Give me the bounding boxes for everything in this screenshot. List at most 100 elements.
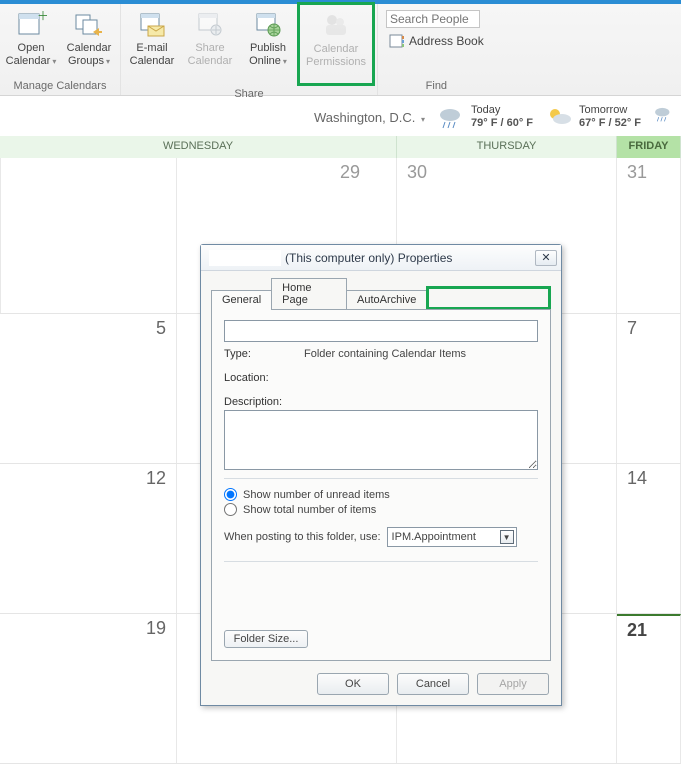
- dialog-tab-body: Type: Folder containing Calendar Items L…: [211, 309, 551, 661]
- calendar-date: 31: [627, 162, 647, 183]
- properties-dialog: (This computer only) Properties ✕ Genera…: [200, 244, 562, 706]
- close-button[interactable]: ✕: [535, 250, 557, 266]
- dialog-title-bar[interactable]: (This computer only) Properties ✕: [201, 245, 561, 271]
- type-value: Folder containing Calendar Items: [304, 348, 466, 360]
- ribbon-group-find: Address Book Find: [378, 4, 495, 95]
- calendar-groups-icon: [73, 8, 105, 40]
- weather-tomorrow: Tomorrow 67° F / 52° F: [545, 104, 641, 130]
- dialog-tab-strip: General Home Page AutoArchive: [201, 271, 561, 309]
- calendar-cell[interactable]: [0, 158, 177, 313]
- weather-today-temps: 79° F / 60° F: [471, 117, 533, 130]
- svg-text:＋: ＋: [37, 9, 47, 23]
- weather-today-label: Today: [471, 104, 533, 117]
- description-label: Description:: [224, 396, 294, 408]
- calendar-header-fri: FRIDAY: [617, 136, 681, 158]
- calendar-cell-today[interactable]: 21: [617, 614, 681, 763]
- ribbon-group-manage-calendars: ＋ Open Calendar▾ Calendar Groups▾ Manage…: [0, 4, 121, 95]
- rain-icon: [653, 105, 673, 129]
- calendar-cell[interactable]: 31: [617, 158, 681, 313]
- tab-home-page[interactable]: Home Page: [271, 278, 347, 310]
- calendar-date: 7: [627, 318, 637, 339]
- ribbon-group-share: E-mail Calendar Share Calendar Publish O…: [121, 4, 378, 95]
- calendar-date: 5: [156, 318, 166, 339]
- posting-form-combo[interactable]: IPM.Appointment ▼: [387, 527, 517, 547]
- calendar-header-thu: THURSDAY: [397, 136, 617, 158]
- radio-total-items[interactable]: Show total number of items: [224, 503, 538, 516]
- share-calendar-label: Share Calendar: [181, 42, 239, 67]
- calendar-permissions-button: Calendar Permissions: [297, 2, 375, 86]
- folder-name-input[interactable]: [224, 320, 538, 342]
- dropdown-arrow-icon: ▾: [421, 115, 425, 124]
- description-input[interactable]: [224, 410, 538, 470]
- separator: [224, 478, 538, 479]
- calendar-cell[interactable]: 7: [617, 314, 681, 463]
- calendar-header-wed: WEDNESDAY: [0, 136, 397, 158]
- calendar-cell[interactable]: 19: [0, 614, 177, 763]
- email-calendar-button[interactable]: E-mail Calendar: [123, 6, 181, 72]
- calendar-cell[interactable]: 14: [617, 464, 681, 613]
- address-book-button[interactable]: Address Book: [386, 32, 487, 50]
- partly-cloudy-icon: [545, 105, 573, 129]
- search-people-input[interactable]: [386, 10, 480, 28]
- calendar-groups-button[interactable]: Calendar Groups▾: [60, 6, 118, 72]
- share-calendar-icon: [194, 8, 226, 40]
- ribbon: ＋ Open Calendar▾ Calendar Groups▾ Manage…: [0, 4, 681, 96]
- posting-form-value: IPM.Appointment: [392, 531, 476, 543]
- weather-city[interactable]: Washington, D.C. ▾: [314, 110, 425, 125]
- dropdown-arrow-icon: ▾: [106, 57, 110, 66]
- weather-tomorrow-temps: 67° F / 52° F: [579, 117, 641, 130]
- address-book-icon: [389, 34, 405, 48]
- tab-highlight-annotation: [426, 286, 551, 310]
- separator: [224, 561, 538, 562]
- dialog-button-row: OK Cancel Apply: [201, 667, 561, 705]
- ribbon-group-label-manage: Manage Calendars: [2, 78, 118, 95]
- radio-total-label: Show total number of items: [243, 504, 376, 516]
- ok-button[interactable]: OK: [317, 673, 389, 695]
- calendar-permissions-icon: [320, 9, 352, 41]
- tab-autoarchive[interactable]: AutoArchive: [346, 290, 427, 310]
- calendar-date: 29: [340, 162, 360, 183]
- dialog-title-owner-blank: [209, 250, 281, 266]
- calendar-cell[interactable]: 12: [0, 464, 177, 613]
- posting-label: When posting to this folder, use:: [224, 531, 381, 543]
- radio-unread-input[interactable]: [224, 488, 237, 501]
- calendar-date: 30: [407, 162, 427, 183]
- dialog-title: (This computer only) Properties: [285, 251, 452, 265]
- radio-unread-label: Show number of unread items: [243, 489, 390, 501]
- calendar-groups-label: Calendar Groups: [67, 42, 112, 67]
- cancel-button[interactable]: Cancel: [397, 673, 469, 695]
- dropdown-arrow-icon: ▾: [283, 57, 287, 66]
- weather-tomorrow-label: Tomorrow: [579, 104, 641, 117]
- calendar-cell[interactable]: 5: [0, 314, 177, 463]
- email-calendar-label: E-mail Calendar: [123, 42, 181, 67]
- calendar-permissions-label: Calendar Permissions: [300, 43, 372, 68]
- type-label: Type:: [224, 348, 294, 360]
- calendar-date: 12: [146, 468, 166, 489]
- calendar-header-row: WEDNESDAY THURSDAY FRIDAY: [0, 136, 681, 158]
- weather-today: Today 79° F / 60° F: [437, 104, 533, 130]
- rain-icon: [437, 105, 465, 129]
- radio-unread-items[interactable]: Show number of unread items: [224, 488, 538, 501]
- ribbon-group-label-share: Share: [123, 86, 375, 103]
- calendar-date: 14: [627, 468, 647, 489]
- dropdown-arrow-icon: ▾: [52, 57, 56, 66]
- location-label: Location:: [224, 372, 294, 384]
- publish-online-icon: [252, 8, 284, 40]
- calendar-date: 19: [146, 618, 166, 639]
- ribbon-group-label-find: Find: [380, 78, 493, 95]
- dropdown-arrow-icon: ▼: [500, 530, 514, 544]
- address-book-label: Address Book: [409, 34, 484, 48]
- publish-online-label: Publish Online: [249, 42, 286, 67]
- open-calendar-button[interactable]: ＋ Open Calendar▾: [2, 6, 60, 72]
- share-calendar-button: Share Calendar: [181, 6, 239, 72]
- close-icon: ✕: [541, 251, 550, 264]
- open-calendar-label: Open Calendar: [6, 42, 51, 67]
- apply-button: Apply: [477, 673, 549, 695]
- folder-size-button[interactable]: Folder Size...: [224, 630, 308, 648]
- radio-total-input[interactable]: [224, 503, 237, 516]
- publish-online-button[interactable]: Publish Online▾: [239, 6, 297, 72]
- tab-general[interactable]: General: [211, 290, 272, 310]
- email-calendar-icon: [136, 8, 168, 40]
- open-calendar-icon: ＋: [15, 8, 47, 40]
- weather-city-label: Washington, D.C.: [314, 110, 415, 125]
